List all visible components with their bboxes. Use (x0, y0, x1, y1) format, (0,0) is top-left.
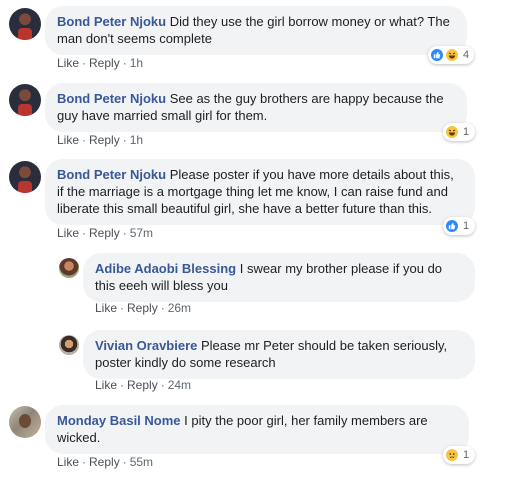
timestamp[interactable]: 26m (168, 301, 191, 315)
comment-actions: Like · Reply · 1h (57, 56, 143, 70)
separator: · (82, 133, 87, 147)
separator: · (160, 378, 165, 392)
timestamp[interactable]: 1h (130, 56, 143, 70)
like-link[interactable]: Like (57, 56, 79, 70)
reaction-count: 4 (463, 49, 470, 61)
reply-link[interactable]: Reply (89, 455, 120, 469)
author-name[interactable]: Bond Peter Njoku (57, 14, 166, 29)
separator: · (120, 301, 125, 315)
avatar[interactable] (9, 406, 41, 438)
reaction-summary[interactable]: 1 (443, 217, 475, 235)
reply-link[interactable]: Reply (89, 226, 120, 240)
comment-bubble: Adibe Adaobi Blessing I swear my brother… (83, 253, 475, 302)
comment-bubble: Monday Basil Nome I pity the poor girl, … (45, 405, 469, 454)
like-link[interactable]: Like (57, 133, 79, 147)
like-icon (430, 48, 444, 62)
separator: · (82, 56, 87, 70)
avatar[interactable] (59, 258, 79, 278)
separator: · (160, 301, 165, 315)
comment-actions: Like · Reply · 57m (57, 226, 153, 240)
reply-link[interactable]: Reply (127, 378, 158, 392)
avatar[interactable] (9, 161, 41, 193)
separator: · (120, 378, 125, 392)
like-icon (445, 219, 459, 233)
author-name[interactable]: Bond Peter Njoku (57, 167, 166, 182)
reply-link[interactable]: Reply (127, 301, 158, 315)
timestamp[interactable]: 57m (130, 226, 153, 240)
comment-bubble: Bond Peter Njoku Please poster if you ha… (45, 159, 475, 225)
like-link[interactable]: Like (57, 455, 79, 469)
reaction-summary[interactable]: 1 (443, 123, 475, 141)
separator: · (122, 455, 127, 469)
timestamp[interactable]: 1h (130, 133, 143, 147)
comment-bubble: Vivian Oravbiere Please mr Peter should … (83, 330, 475, 379)
avatar[interactable] (59, 335, 79, 355)
author-name[interactable]: Vivian Oravbiere (95, 338, 197, 353)
like-link[interactable]: Like (95, 378, 117, 392)
comment-bubble: Bond Peter Njoku See as the guy brothers… (45, 83, 467, 132)
haha-icon (445, 125, 459, 139)
timestamp[interactable]: 55m (130, 455, 153, 469)
like-link[interactable]: Like (57, 226, 79, 240)
comment-actions: Like · Reply · 24m (95, 378, 191, 392)
timestamp[interactable]: 24m (168, 378, 191, 392)
comment-actions: Like · Reply · 1h (57, 133, 143, 147)
author-name[interactable]: Monday Basil Nome (57, 413, 181, 428)
haha-icon (445, 48, 459, 62)
like-link[interactable]: Like (95, 301, 117, 315)
reaction-summary[interactable]: 1 (443, 446, 475, 464)
reaction-count: 1 (463, 126, 470, 138)
separator: · (122, 56, 127, 70)
separator: · (122, 133, 127, 147)
separator: · (82, 455, 87, 469)
comment-actions: Like · Reply · 26m (95, 301, 191, 315)
reaction-count: 1 (463, 449, 470, 461)
author-name[interactable]: Bond Peter Njoku (57, 91, 166, 106)
author-name[interactable]: Adibe Adaobi Blessing (95, 261, 236, 276)
reply-link[interactable]: Reply (89, 56, 120, 70)
sad-icon (445, 448, 459, 462)
comment-actions: Like · Reply · 55m (57, 455, 153, 469)
separator: · (82, 226, 87, 240)
reaction-count: 1 (463, 220, 470, 232)
avatar[interactable] (9, 84, 41, 116)
separator: · (122, 226, 127, 240)
reply-link[interactable]: Reply (89, 133, 120, 147)
comment-bubble: Bond Peter Njoku Did they use the girl b… (45, 6, 467, 55)
avatar[interactable] (9, 8, 41, 40)
reaction-summary[interactable]: 4 (428, 46, 474, 64)
